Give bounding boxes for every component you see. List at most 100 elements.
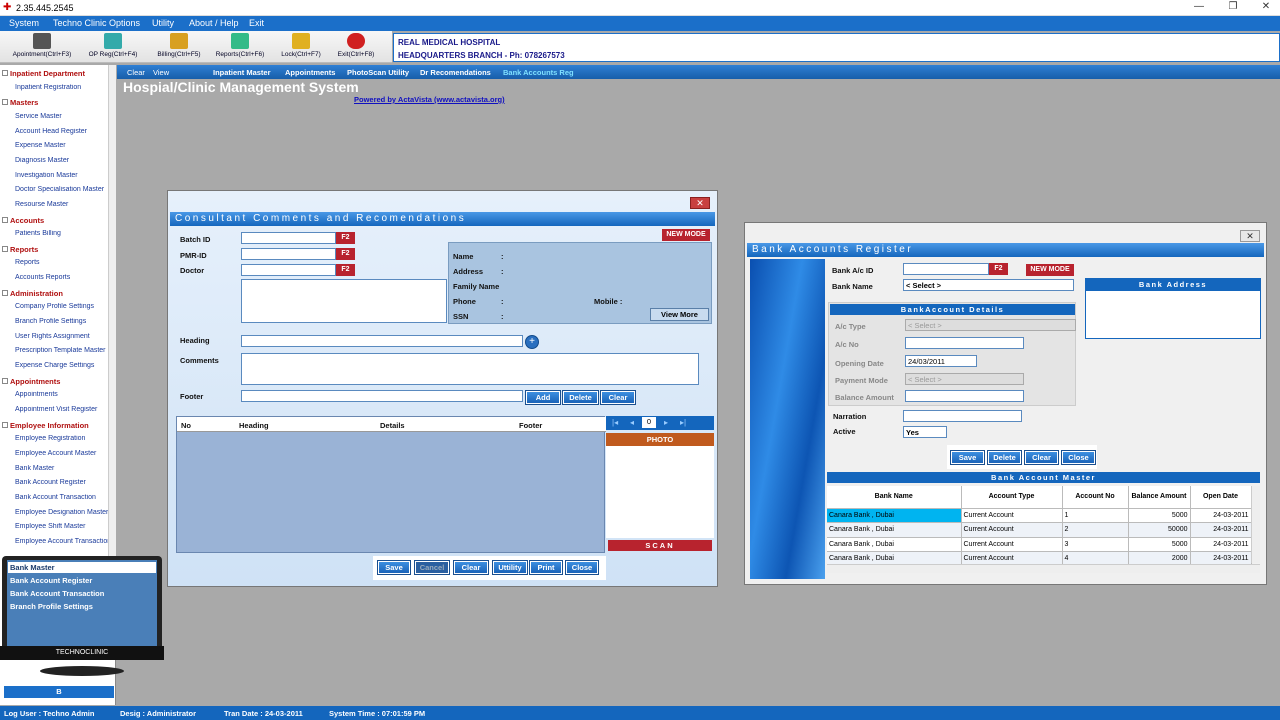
bank-name-select[interactable]: < Select > bbox=[903, 279, 1074, 291]
balance-amount-input[interactable] bbox=[905, 390, 1024, 402]
consultant-close-icon[interactable]: ✕ bbox=[690, 197, 710, 209]
sidebar-item[interactable]: Appointments bbox=[0, 391, 108, 398]
doctor-input[interactable] bbox=[241, 264, 336, 276]
sidebar-item[interactable]: Doctor Specialisation Master bbox=[0, 186, 108, 193]
clear-row-button[interactable]: Clear bbox=[600, 390, 636, 405]
exit-button[interactable]: Exit(Ctrl+F8) bbox=[332, 33, 380, 61]
pmr-id-f2-button[interactable]: F2 bbox=[336, 248, 355, 260]
monitor-item-bank-account-register[interactable]: Bank Account Register bbox=[10, 576, 92, 585]
monitor-item-bank-account-transaction[interactable]: Bank Account Transaction bbox=[10, 589, 104, 598]
consult-save-button[interactable]: Save bbox=[377, 560, 411, 575]
bank-ac-id-f2-button[interactable]: F2 bbox=[989, 263, 1008, 275]
sidebar-item[interactable]: Employee Shift Master bbox=[0, 523, 108, 530]
sidebar-item[interactable]: Resourse Master bbox=[0, 201, 108, 208]
nav-clear[interactable]: Clear bbox=[127, 68, 145, 77]
heading-add-icon[interactable]: + bbox=[525, 335, 539, 349]
nav-photoscan-utility[interactable]: PhotoScan Utility bbox=[347, 68, 409, 77]
pager-next-icon[interactable]: ▸ bbox=[664, 418, 668, 427]
billing-button[interactable]: Billing(Ctrl+F5) bbox=[150, 33, 208, 61]
sidebar-item[interactable]: Appointment Visit Register bbox=[0, 406, 108, 413]
bank-delete-button[interactable]: Delete bbox=[987, 450, 1022, 465]
sidebar-item[interactable]: Prescription Template Master bbox=[0, 347, 108, 354]
menu-about-help[interactable]: About / Help bbox=[189, 18, 239, 28]
left-panel-footer-tab[interactable]: B bbox=[4, 686, 114, 698]
pager-prev-icon[interactable]: ◂ bbox=[630, 418, 634, 427]
active-select[interactable]: Yes bbox=[903, 426, 947, 438]
sidebar-item[interactable]: Branch Profile Settings bbox=[0, 318, 108, 325]
table-row[interactable]: Canara Bank , Dubai Current Account 1 5000 2… bbox=[827, 508, 1252, 523]
pager-value[interactable]: 0 bbox=[642, 417, 656, 428]
sidebar-item[interactable]: Bank Master bbox=[0, 465, 108, 472]
close-window-button[interactable]: ✕ bbox=[1255, 1, 1277, 14]
doctor-f2-button[interactable]: F2 bbox=[336, 264, 355, 276]
minimize-button[interactable]: — bbox=[1188, 1, 1210, 14]
col-account-type[interactable]: Account Type bbox=[961, 486, 1063, 509]
delete-row-button[interactable]: Delete bbox=[562, 390, 599, 405]
lock-button[interactable]: Lock(Ctrl+F7) bbox=[276, 33, 326, 61]
pager-last-icon[interactable]: ▸| bbox=[680, 418, 686, 427]
bank-table-hscroll[interactable] bbox=[827, 564, 1260, 573]
add-row-button[interactable]: Add bbox=[525, 390, 561, 405]
table-row[interactable]: Canara Bank , Dubai Current Account 3 5000 2… bbox=[827, 537, 1252, 552]
sidebar-item[interactable]: Bank Account Register bbox=[0, 479, 108, 486]
sidebar-item[interactable]: Investigation Master bbox=[0, 172, 108, 179]
sidebar-item[interactable]: User Rights Assignment bbox=[0, 333, 108, 340]
batch-id-f2-button[interactable]: F2 bbox=[336, 232, 355, 244]
powered-by-link[interactable]: Powered by ActaVista (www.actavista.org) bbox=[354, 95, 505, 104]
col-open-date[interactable]: Open Date bbox=[1190, 486, 1252, 509]
sidebar-category[interactable]: Accounts bbox=[0, 216, 108, 225]
bank-save-button[interactable]: Save bbox=[950, 450, 985, 465]
sidebar-category[interactable]: Appointments bbox=[0, 377, 108, 386]
sidebar-item[interactable]: Diagnosis Master bbox=[0, 157, 108, 164]
menu-techno-clinic-options[interactable]: Techno Clinic Options bbox=[53, 18, 140, 28]
footer-input[interactable] bbox=[241, 390, 523, 402]
menu-system[interactable]: System bbox=[9, 18, 39, 28]
narration-input[interactable] bbox=[903, 410, 1022, 422]
sidebar-item[interactable]: Reports bbox=[0, 259, 108, 266]
bank-clear-button[interactable]: Clear bbox=[1024, 450, 1059, 465]
sidebar-category[interactable]: Reports bbox=[0, 245, 108, 254]
sidebar-item[interactable]: Inpatient Registration bbox=[0, 84, 108, 91]
sidebar-item[interactable]: Employee Account Transaction bbox=[0, 538, 108, 545]
bank-ac-id-input[interactable] bbox=[903, 263, 989, 275]
reports-button[interactable]: Reports(Ctrl+F6) bbox=[210, 33, 270, 61]
ac-no-input[interactable] bbox=[905, 337, 1024, 349]
consult-utility-button[interactable]: Uttility bbox=[492, 560, 528, 575]
opening-date-input[interactable]: 24/03/2011 bbox=[905, 355, 977, 367]
comments-textarea[interactable] bbox=[241, 353, 699, 385]
col-balance-amount[interactable]: Balance Amount bbox=[1128, 486, 1191, 509]
op-reg-button[interactable]: OP Reg(Ctrl+F4) bbox=[84, 33, 142, 61]
sidebar-item[interactable]: Patients Billing bbox=[0, 230, 108, 237]
restore-button[interactable]: ❐ bbox=[1222, 1, 1244, 14]
payment-mode-select[interactable]: < Select > bbox=[905, 373, 1024, 385]
left-panel-scrollbar[interactable] bbox=[108, 65, 116, 565]
sidebar-item[interactable]: Accounts Reports bbox=[0, 274, 108, 281]
nav-appointments[interactable]: Appointments bbox=[285, 68, 335, 77]
sidebar-item[interactable]: Employee Designation Master bbox=[0, 509, 108, 516]
consult-print-button[interactable]: Print bbox=[529, 560, 563, 575]
sidebar-item[interactable]: Service Master bbox=[0, 113, 108, 120]
nav-dr-recomendations[interactable]: Dr Recomendations bbox=[420, 68, 491, 77]
monitor-item-branch-profile-settings[interactable]: Branch Profile Settings bbox=[10, 602, 93, 611]
pmr-id-input[interactable] bbox=[241, 248, 336, 260]
heading-input[interactable] bbox=[241, 335, 523, 347]
col-account-no[interactable]: Account No bbox=[1062, 486, 1129, 509]
sidebar-item[interactable]: Expense Master bbox=[0, 142, 108, 149]
sidebar-item[interactable]: Expense Charge Settings bbox=[0, 362, 108, 369]
menu-exit[interactable]: Exit bbox=[249, 18, 264, 28]
consult-cancel-button[interactable]: Cancel bbox=[414, 560, 450, 575]
sidebar-item[interactable]: Employee Account Master bbox=[0, 450, 108, 457]
sidebar-item[interactable]: Bank Account Transaction bbox=[0, 494, 108, 501]
bank-table-vscroll[interactable] bbox=[1251, 486, 1260, 563]
ac-type-select[interactable]: < Select > bbox=[905, 319, 1076, 331]
sidebar-item[interactable]: Employee Registration bbox=[0, 435, 108, 442]
nav-bank-accounts-reg[interactable]: Bank Accounts Reg bbox=[503, 68, 574, 77]
table-row[interactable]: Canara Bank , Dubai Current Account 2 50000… bbox=[827, 522, 1252, 538]
consult-clear-button[interactable]: Clear bbox=[453, 560, 489, 575]
monitor-item-bank-master[interactable]: Bank Master bbox=[8, 562, 156, 573]
bank-close-icon[interactable]: ✕ bbox=[1240, 230, 1260, 242]
sidebar-item[interactable]: Company Profile Settings bbox=[0, 303, 108, 310]
appointment-button[interactable]: Apointment(Ctrl+F3) bbox=[8, 33, 76, 61]
pager-first-icon[interactable]: |◂ bbox=[612, 418, 618, 427]
sidebar-item[interactable]: Account Head Register bbox=[0, 128, 108, 135]
